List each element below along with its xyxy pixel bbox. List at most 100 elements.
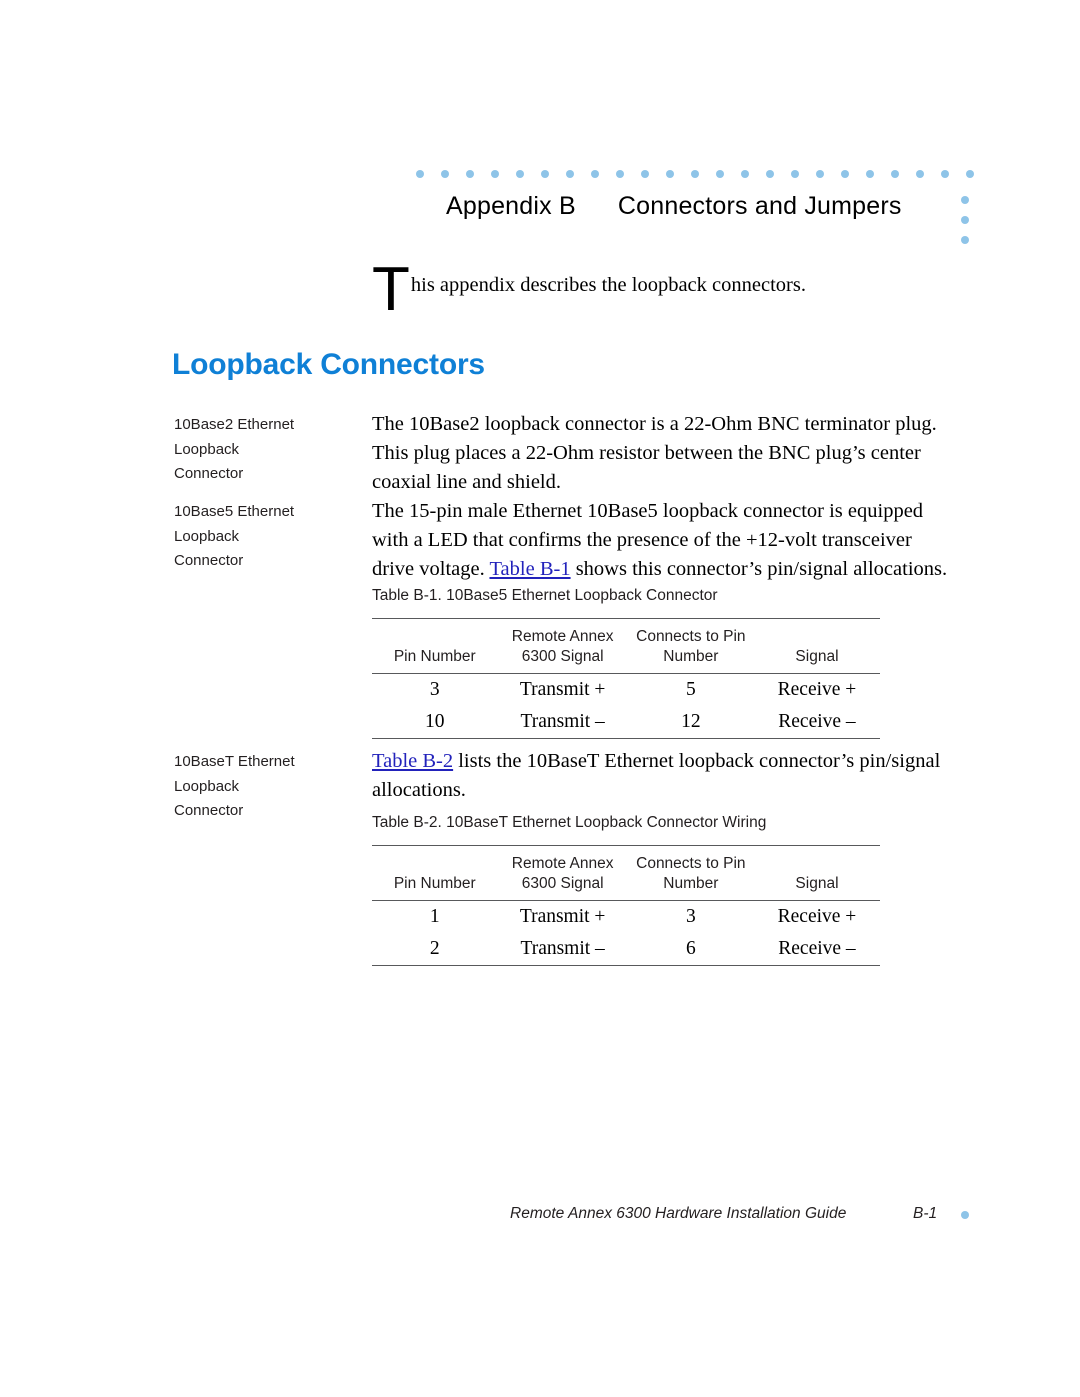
table-row: 10 Transmit – 12 Receive –	[372, 706, 880, 739]
table-row: 2 Transmit – 6 Receive –	[372, 933, 880, 966]
table-b-1-body: 3 Transmit + 5 Receive + 10 Transmit – 1…	[372, 674, 880, 739]
decorative-dot	[591, 170, 599, 178]
decorative-dot	[941, 170, 949, 178]
decorative-dot	[616, 170, 624, 178]
margin-note-line: Connector	[174, 552, 244, 569]
link-table-b-1[interactable]: Table B-1	[489, 558, 570, 580]
table-header-row: Pin Number Remote Annex 6300 Signal Conn…	[372, 618, 880, 674]
header-line-1: Remote Annex	[511, 628, 614, 645]
decorative-dot	[841, 170, 849, 178]
table-row: 3 Transmit + 5 Receive +	[372, 674, 880, 707]
cell-annex-signal: Transmit –	[520, 938, 605, 959]
cell-pin-number: 2	[429, 938, 440, 959]
column-header-pin-number: Pin Number	[372, 846, 498, 901]
decorative-dot	[791, 170, 799, 178]
cell-pin-number: 3	[429, 679, 440, 700]
table-header-row: Pin Number Remote Annex 6300 Signal Conn…	[372, 845, 880, 901]
decorative-dot	[961, 236, 969, 244]
header-line-1: Connects to Pin	[636, 855, 746, 872]
decorative-dot-column	[961, 196, 971, 246]
margin-note-line: 10Base2 Ethernet	[174, 416, 295, 433]
paragraph-10base2: The 10Base2 loopback connector is a 22-O…	[372, 413, 937, 493]
decorative-dot	[566, 170, 574, 178]
table-b-1: Pin Number Remote Annex 6300 Signal Conn…	[372, 618, 880, 739]
decorative-dot	[716, 170, 724, 178]
page-title: Loopback Connectors	[172, 348, 485, 381]
decorative-dot	[966, 170, 974, 178]
column-header-connects-to-pin-number: Connects to Pin Number	[628, 846, 754, 901]
header-line-2: 6300 Signal	[521, 648, 604, 665]
footer-title: Remote Annex 6300 Hardware Installation …	[510, 1205, 847, 1222]
appendix-title: Appendix B Connectors and Jumpers	[370, 192, 950, 221]
appendix-label: Appendix B	[446, 192, 576, 220]
cell-signal: Receive –	[778, 711, 856, 732]
page-footer: Remote Annex 6300 Hardware Installation …	[0, 1205, 1080, 1229]
decorative-dot	[691, 170, 699, 178]
cell-annex-signal: Transmit –	[520, 711, 605, 732]
margin-note-line: Connector	[174, 802, 244, 819]
table-b-2-body: 1 Transmit + 3 Receive + 2 Transmit – 6 …	[372, 901, 880, 966]
footer-page-number: B-1	[913, 1205, 938, 1222]
column-header-remote-annex-signal: Remote Annex 6300 Signal	[498, 619, 628, 674]
header-line-2: 6300 Signal	[521, 875, 604, 892]
margin-note-line: 10BaseT Ethernet	[174, 753, 295, 770]
cell-signal: Receive –	[778, 938, 856, 959]
margin-note-line: Loopback	[174, 777, 240, 795]
column-header-pin-number: Pin Number	[372, 619, 498, 674]
margin-note-line: 10Base5 Ethernet	[174, 503, 295, 520]
table-row: 1 Transmit + 3 Receive +	[372, 901, 880, 934]
cell-pin-number: 10	[425, 711, 445, 732]
header-line-2: Number	[663, 875, 719, 892]
cell-signal: Receive +	[777, 679, 857, 700]
intro-paragraph: This appendix describes the loopback con…	[372, 259, 932, 321]
decorative-dot	[961, 196, 969, 204]
table-b-2: Pin Number Remote Annex 6300 Signal Conn…	[372, 845, 880, 966]
margin-note-line: Connector	[174, 465, 244, 482]
document-page: Appendix B Connectors and Jumpers This a…	[0, 0, 1080, 1397]
decorative-dot	[816, 170, 824, 178]
column-header-connects-to-pin-number: Connects to Pin Number	[628, 619, 754, 674]
footer-dot-icon	[961, 1211, 969, 1219]
paragraph-10base5-text-post: shows this connector’s pin/signal alloca…	[570, 558, 948, 580]
margin-note-line: Loopback	[174, 527, 240, 545]
paragraph-10baset: Table B-2 lists the 10BaseT Ethernet loo…	[372, 747, 952, 805]
cell-annex-signal: Transmit +	[519, 679, 606, 700]
margin-note-10base2: 10Base2 Ethernet Loopback Connector	[174, 413, 364, 487]
margin-note-10base5: 10Base5 Ethernet Loopback Connector	[174, 500, 364, 574]
table-b-2-head: Pin Number Remote Annex 6300 Signal Conn…	[372, 845, 880, 901]
decorative-dot	[891, 170, 899, 178]
decorative-dot	[416, 170, 424, 178]
intro-text: his appendix describes the loopback conn…	[410, 274, 806, 296]
header-line-2: Signal	[795, 648, 839, 665]
decorative-dot-row	[416, 170, 974, 182]
column-header-signal: Signal	[754, 619, 880, 674]
cell-signal: Receive +	[777, 906, 857, 927]
cell-connects-to-pin: 3	[685, 906, 696, 927]
decorative-dot	[641, 170, 649, 178]
paragraph-10base5: The 15-pin male Ethernet 10Base5 loopbac…	[372, 497, 952, 584]
table-caption-b-2: Table B-2. 10BaseT Ethernet Loopback Con…	[372, 814, 767, 831]
decorative-dot	[466, 170, 474, 178]
table-b-1-head: Pin Number Remote Annex 6300 Signal Conn…	[372, 618, 880, 674]
decorative-dot	[741, 170, 749, 178]
header-line-1: Connects to Pin	[636, 628, 746, 645]
header-line-2: Signal	[795, 875, 839, 892]
column-header-signal: Signal	[754, 846, 880, 901]
link-table-b-2[interactable]: Table B-2	[372, 750, 453, 772]
cell-annex-signal: Transmit +	[519, 906, 606, 927]
column-header-remote-annex-signal: Remote Annex 6300 Signal	[498, 846, 628, 901]
decorative-dot	[516, 170, 524, 178]
margin-note-10baset: 10BaseT Ethernet Loopback Connector	[174, 750, 364, 824]
cell-pin-number: 1	[429, 906, 440, 927]
paragraph-10baset-text-post: lists the 10BaseT Ethernet loopback conn…	[372, 750, 941, 801]
header-line-2: Number	[663, 648, 719, 665]
header-line-2: Pin Number	[393, 648, 476, 665]
header-line-2: Pin Number	[393, 875, 476, 892]
decorative-dot	[491, 170, 499, 178]
header-line-1: Remote Annex	[511, 855, 614, 872]
decorative-dot	[916, 170, 924, 178]
cell-connects-to-pin: 12	[681, 711, 701, 732]
decorative-dot	[666, 170, 674, 178]
cell-connects-to-pin: 6	[685, 938, 696, 959]
cell-connects-to-pin: 5	[685, 679, 696, 700]
